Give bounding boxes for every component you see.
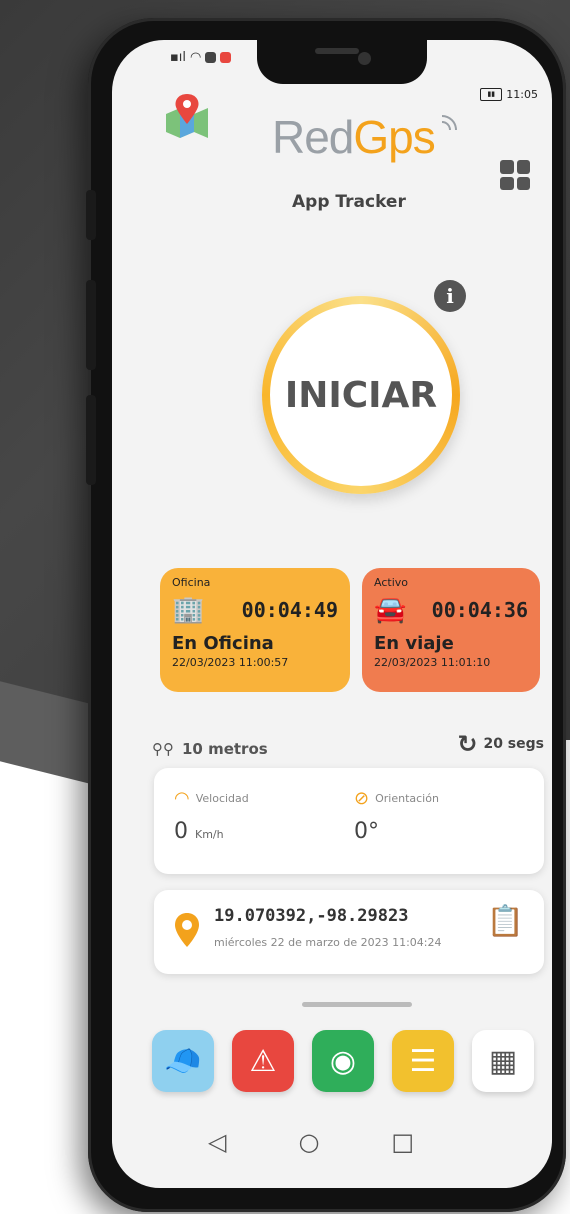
coordinates: 19.070392,-98.29823	[214, 906, 409, 926]
refresh-value: 20 segs	[483, 736, 544, 752]
battery-icon: ▮▮	[480, 88, 503, 101]
speed-label: Velocidad	[195, 792, 249, 805]
office-timer: 00:04:49	[241, 598, 338, 622]
metrics-panel: ◠ Velocidad 0 Km/h ⊘ Orientación 0°	[154, 768, 544, 874]
wifi-icon: ◠	[190, 50, 202, 65]
home-icon[interactable]: ○	[298, 1128, 319, 1156]
car-icon: 🚘	[374, 595, 407, 625]
office-card-label: Oficina	[172, 576, 211, 589]
location-date: miércoles 22 de marzo de 2023 11:04:24	[214, 936, 442, 949]
trip-timer: 00:04:36	[431, 598, 528, 622]
office-status-card[interactable]: Oficina 🏢 00:04:49 En Oficina 22/03/2023…	[160, 568, 350, 692]
webcam-icon[interactable]: ◉	[312, 1030, 374, 1092]
phone-side-button	[86, 190, 96, 240]
history-log-icon[interactable]: 📋	[487, 904, 524, 939]
office-state: En Oficina	[172, 633, 274, 654]
phone-volume-down	[86, 395, 96, 485]
speed-unit: Km/h	[195, 828, 224, 841]
info-icon[interactable]: i	[434, 280, 466, 312]
trip-card-label: Activo	[374, 576, 408, 589]
speedometer-icon: ◠	[174, 788, 190, 809]
speed-value: 0	[174, 819, 188, 844]
recents-icon[interactable]: □	[391, 1128, 414, 1156]
android-nav-bar: ◁ ○ □	[208, 1128, 414, 1156]
orientation-metric: ⊘ Orientación 0°	[354, 788, 439, 844]
police-cap-icon[interactable]: 🧢	[152, 1030, 214, 1092]
start-button-ring[interactable]: INICIAR	[262, 296, 460, 494]
app-screen: ▪ıl ◠ ▮▮ 11:05 RedGps App Tracker INICIA…	[112, 40, 552, 1188]
status-bar-right: ▮▮ 11:05	[480, 88, 538, 101]
office-date: 22/03/2023 11:00:57	[172, 656, 289, 669]
distance-value: 10 metros	[181, 740, 268, 758]
phone-volume-up	[86, 280, 96, 370]
speed-metric: ◠ Velocidad 0 Km/h	[174, 788, 249, 844]
compass-icon: ⊘	[354, 788, 370, 809]
speaker	[315, 48, 359, 54]
signal-icon: ▪ıl	[170, 50, 187, 65]
orientation-label: Orientación	[375, 792, 439, 805]
location-pin-icon	[175, 913, 199, 947]
location-panel[interactable]: 19.070392,-98.29823 miércoles 22 de marz…	[154, 890, 544, 974]
trip-status-card[interactable]: Activo 🚘 00:04:36 En viaje 22/03/2023 11…	[362, 568, 540, 692]
grid-menu-icon[interactable]	[500, 160, 530, 190]
signal-waves-icon	[441, 115, 457, 131]
app-dock: 🧢 ⚠ ◉ ☰ ▦	[152, 1030, 534, 1092]
refresh-interval[interactable]: ↻ 20 segs	[457, 730, 544, 758]
orientation-value: 0°	[354, 819, 379, 844]
notification-icon-red	[220, 52, 232, 63]
checklist-icon[interactable]: ☰	[392, 1030, 454, 1092]
page-title: App Tracker	[292, 192, 406, 212]
logo-gps-text: Gps	[353, 111, 435, 163]
clock: 11:05	[506, 88, 538, 101]
notch	[257, 40, 427, 84]
distance-pins-icon: ⚲⚲	[152, 740, 174, 758]
warning-icon[interactable]: ⚠	[232, 1030, 294, 1092]
distance-setting[interactable]: ⚲⚲ 10 metros	[152, 740, 268, 758]
trip-state: En viaje	[374, 633, 454, 654]
back-icon[interactable]: ◁	[208, 1128, 226, 1156]
logo-red-text: Red	[272, 111, 354, 163]
map-pin-icon[interactable]	[164, 92, 210, 140]
redgps-logo: RedGps	[272, 110, 457, 164]
sheet-handle[interactable]	[302, 1002, 412, 1007]
trip-date: 22/03/2023 11:01:10	[374, 656, 491, 669]
map-board-icon[interactable]: ▦	[472, 1030, 534, 1092]
notification-icon	[205, 52, 217, 63]
front-camera	[358, 52, 371, 65]
status-bar-left: ▪ıl ◠	[170, 50, 232, 65]
building-icon: 🏢	[172, 595, 205, 625]
start-button[interactable]: INICIAR	[270, 304, 452, 486]
refresh-icon: ↻	[457, 730, 478, 758]
